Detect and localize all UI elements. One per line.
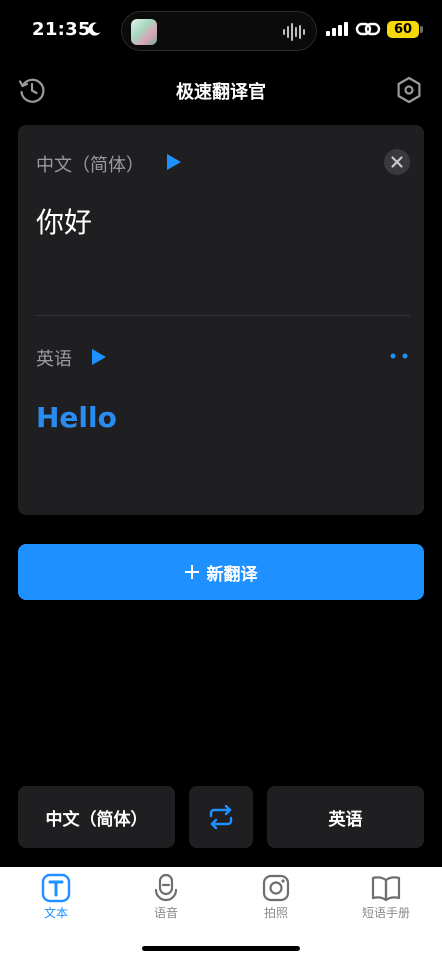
swap-languages-button[interactable] bbox=[189, 786, 253, 848]
tab-text-label: 文本 bbox=[43, 906, 68, 920]
close-icon bbox=[391, 156, 403, 168]
settings-hexagon-icon[interactable] bbox=[394, 75, 424, 105]
source-language-selector[interactable]: 中文（简体） bbox=[18, 786, 175, 848]
audio-wave-icon bbox=[283, 23, 305, 41]
tab-voice-label: 语音 bbox=[153, 906, 178, 920]
app-thumbnail-icon bbox=[131, 19, 157, 45]
nav-bar: 极速翻译官 bbox=[0, 68, 442, 114]
tab-phrasebook-label: 短语手册 bbox=[361, 906, 410, 920]
plus-icon bbox=[184, 565, 199, 579]
dynamic-island[interactable] bbox=[121, 11, 317, 51]
target-language-label: 英语 bbox=[36, 349, 72, 370]
personal-hotspot-icon bbox=[355, 22, 381, 36]
tab-bar: 文本 语音 拍照 短语手册 bbox=[0, 867, 442, 960]
target-language-selector-label: 英语 bbox=[328, 809, 363, 830]
microphone-icon bbox=[154, 873, 178, 902]
source-language-selector-label: 中文（简体） bbox=[45, 809, 148, 830]
page-title: 极速翻译官 bbox=[176, 82, 266, 103]
translation-card: 中文（简体） 你好 英语 Hello bbox=[18, 125, 424, 515]
battery-cap bbox=[420, 26, 423, 33]
status-time: 21:35 bbox=[32, 19, 91, 40]
more-options-icon[interactable] bbox=[388, 351, 412, 361]
status-bar: 21:35 60 bbox=[0, 0, 442, 62]
camera-icon bbox=[262, 874, 290, 902]
cellular-signal-icon bbox=[326, 22, 348, 36]
clear-text-button[interactable] bbox=[384, 149, 410, 175]
text-icon bbox=[41, 873, 71, 903]
moon-icon bbox=[88, 22, 101, 36]
play-translation-audio-icon[interactable] bbox=[91, 348, 107, 366]
target-language-selector[interactable]: 英语 bbox=[267, 786, 424, 848]
tab-camera-label: 拍照 bbox=[263, 906, 288, 920]
divider bbox=[36, 315, 410, 316]
new-translation-button[interactable]: 新翻译 bbox=[18, 544, 424, 600]
tab-voice[interactable]: 语音 bbox=[126, 873, 206, 921]
tab-camera[interactable]: 拍照 bbox=[236, 873, 316, 921]
tab-phrasebook[interactable]: 短语手册 bbox=[346, 873, 426, 921]
translated-text: Hello bbox=[36, 401, 117, 434]
source-language-label: 中文（简体） bbox=[36, 155, 144, 176]
new-translation-label: 新翻译 bbox=[206, 564, 258, 585]
swap-icon bbox=[209, 805, 233, 829]
battery-indicator: 60 bbox=[387, 21, 419, 38]
home-indicator[interactable] bbox=[142, 946, 300, 951]
book-icon bbox=[371, 876, 401, 902]
tab-text[interactable]: 文本 bbox=[16, 873, 96, 921]
source-text-input[interactable]: 你好 bbox=[36, 201, 92, 241]
play-source-audio-icon[interactable] bbox=[166, 153, 182, 171]
